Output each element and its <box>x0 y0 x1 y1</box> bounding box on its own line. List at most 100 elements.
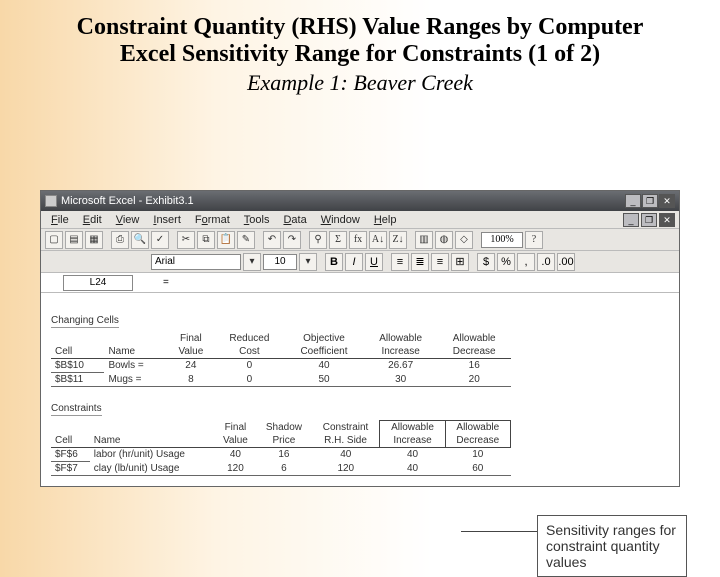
ch-h1-6: Allowable <box>437 332 511 345</box>
doc-close-button[interactable]: ✕ <box>659 213 675 227</box>
percent-icon[interactable]: % <box>497 253 515 271</box>
name-box[interactable]: L24 <box>63 275 133 291</box>
drawing-icon[interactable]: ◇ <box>455 231 473 249</box>
table-row: $F$6 labor (hr/unit) Usage 40 16 40 40 1… <box>51 448 511 462</box>
underline-button[interactable]: U <box>365 253 383 271</box>
autosum-icon[interactable]: Σ <box>329 231 347 249</box>
align-left-icon[interactable]: ≡ <box>391 253 409 271</box>
cut-icon[interactable]: ✂ <box>177 231 195 249</box>
inc-decimal-icon[interactable]: .0 <box>537 253 555 271</box>
title-bar[interactable]: Microsoft Excel - Exhibit3.1 _ ❐ ✕ <box>41 191 679 211</box>
copy-icon[interactable]: ⧉ <box>197 231 215 249</box>
co-h1-6: Allowable <box>445 421 510 435</box>
undo-icon[interactable]: ↶ <box>263 231 281 249</box>
rhs: 120 <box>312 462 380 476</box>
cell-ref: $F$6 <box>51 448 90 462</box>
obj-coef: 50 <box>284 373 364 387</box>
cell-ref: $B$11 <box>51 373 104 387</box>
title-sep: - <box>136 195 146 207</box>
slide-title: Constraint Quantity (RHS) Value Ranges b… <box>0 0 720 41</box>
reduced-cost: 0 <box>215 359 285 373</box>
italic-button[interactable]: I <box>345 253 363 271</box>
formula-label: = <box>163 277 169 288</box>
excel-icon <box>45 195 57 207</box>
format-toolbar: Arial ▾ 10 ▾ B I U ≡ ≣ ≡ ⊞ $ % , .0 .00 <box>41 251 679 273</box>
ch-h2-4: Coefficient <box>284 345 364 359</box>
sort-desc-icon[interactable]: Z↓ <box>389 231 407 249</box>
doc-minimize-button[interactable]: _ <box>623 213 639 227</box>
cell-name: Bowls = <box>104 359 167 373</box>
table-row: $B$11 Mugs = 8 0 50 30 20 <box>51 373 511 387</box>
ch-h2-0: Cell <box>51 345 104 359</box>
menu-insert[interactable]: Insert <box>147 214 187 226</box>
zoom-select[interactable]: 100% <box>481 232 523 248</box>
final-value: 40 <box>215 448 256 462</box>
menu-format[interactable]: Format <box>189 214 236 226</box>
co-h1-3: Shadow <box>256 421 312 435</box>
allow-inc: 26.67 <box>364 359 438 373</box>
size-dropdown-icon[interactable]: ▾ <box>299 253 317 271</box>
ch-h2-3: Cost <box>215 345 285 359</box>
chart-icon[interactable]: ▥ <box>415 231 433 249</box>
co-h2-4: R.H. Side <box>312 434 380 448</box>
format-painter-icon[interactable]: ✎ <box>237 231 255 249</box>
final-value: 120 <box>215 462 256 476</box>
table-row: $B$10 Bowls = 24 0 40 26.67 16 <box>51 359 511 373</box>
final-value: 24 <box>167 359 215 373</box>
save-icon[interactable]: ▦ <box>85 231 103 249</box>
comma-icon[interactable]: , <box>517 253 535 271</box>
help-icon[interactable]: ? <box>525 231 543 249</box>
spell-icon[interactable]: ✓ <box>151 231 169 249</box>
align-center-icon[interactable]: ≣ <box>411 253 429 271</box>
open-icon[interactable]: ▤ <box>65 231 83 249</box>
cell-ref: $B$10 <box>51 359 104 373</box>
app-name: Microsoft Excel <box>61 195 136 207</box>
shadow-price: 16 <box>256 448 312 462</box>
dec-decimal-icon[interactable]: .00 <box>557 253 575 271</box>
ch-h2-1: Name <box>104 345 167 359</box>
align-right-icon[interactable]: ≡ <box>431 253 449 271</box>
co-h2-5: Increase <box>380 434 445 448</box>
allow-dec: 10 <box>445 448 510 462</box>
doc-maximize-button[interactable]: ❐ <box>641 213 657 227</box>
allow-inc: 40 <box>380 462 445 476</box>
bold-button[interactable]: B <box>325 253 343 271</box>
preview-icon[interactable]: 🔍 <box>131 231 149 249</box>
standard-toolbar: ▢ ▤ ▦ ⎙ 🔍 ✓ ✂ ⧉ 📋 ✎ ↶ ↷ ⚲ Σ fx A↓ Z↓ ▥ ◍… <box>41 229 679 251</box>
menu-edit[interactable]: Edit <box>77 214 108 226</box>
currency-icon[interactable]: $ <box>477 253 495 271</box>
menu-tools[interactable]: Tools <box>238 214 276 226</box>
co-h2-3: Price <box>256 434 312 448</box>
font-select[interactable]: Arial <box>151 254 241 270</box>
menu-help[interactable]: Help <box>368 214 403 226</box>
menu-data[interactable]: Data <box>277 214 312 226</box>
fx-icon[interactable]: fx <box>349 231 367 249</box>
redo-icon[interactable]: ↷ <box>283 231 301 249</box>
hyperlink-icon[interactable]: ⚲ <box>309 231 327 249</box>
co-h1-4: Constraint <box>312 421 380 435</box>
ch-h2-2: Value <box>167 345 215 359</box>
sort-asc-icon[interactable]: A↓ <box>369 231 387 249</box>
paste-icon[interactable]: 📋 <box>217 231 235 249</box>
slide-subtitle-2: Example 1: Beaver Creek <box>0 70 720 96</box>
allow-inc: 30 <box>364 373 438 387</box>
font-size-select[interactable]: 10 <box>263 254 297 270</box>
cell-name: clay (lb/unit) Usage <box>90 462 215 476</box>
minimize-button[interactable]: _ <box>625 194 641 208</box>
font-dropdown-icon[interactable]: ▾ <box>243 253 261 271</box>
maximize-button[interactable]: ❐ <box>642 194 658 208</box>
menu-view[interactable]: View <box>110 214 146 226</box>
print-icon[interactable]: ⎙ <box>111 231 129 249</box>
merge-icon[interactable]: ⊞ <box>451 253 469 271</box>
new-icon[interactable]: ▢ <box>45 231 63 249</box>
menu-bar: File Edit View Insert Format Tools Data … <box>41 211 679 229</box>
worksheet-area[interactable]: Changing Cells Final Reduced Objective A… <box>41 293 679 486</box>
close-button[interactable]: ✕ <box>659 194 675 208</box>
allow-dec: 16 <box>437 359 511 373</box>
rhs: 40 <box>312 448 380 462</box>
map-icon[interactable]: ◍ <box>435 231 453 249</box>
menu-window[interactable]: Window <box>315 214 366 226</box>
ch-h1-0 <box>51 332 104 345</box>
menu-file[interactable]: File <box>45 214 75 226</box>
ch-h1-4: Objective <box>284 332 364 345</box>
